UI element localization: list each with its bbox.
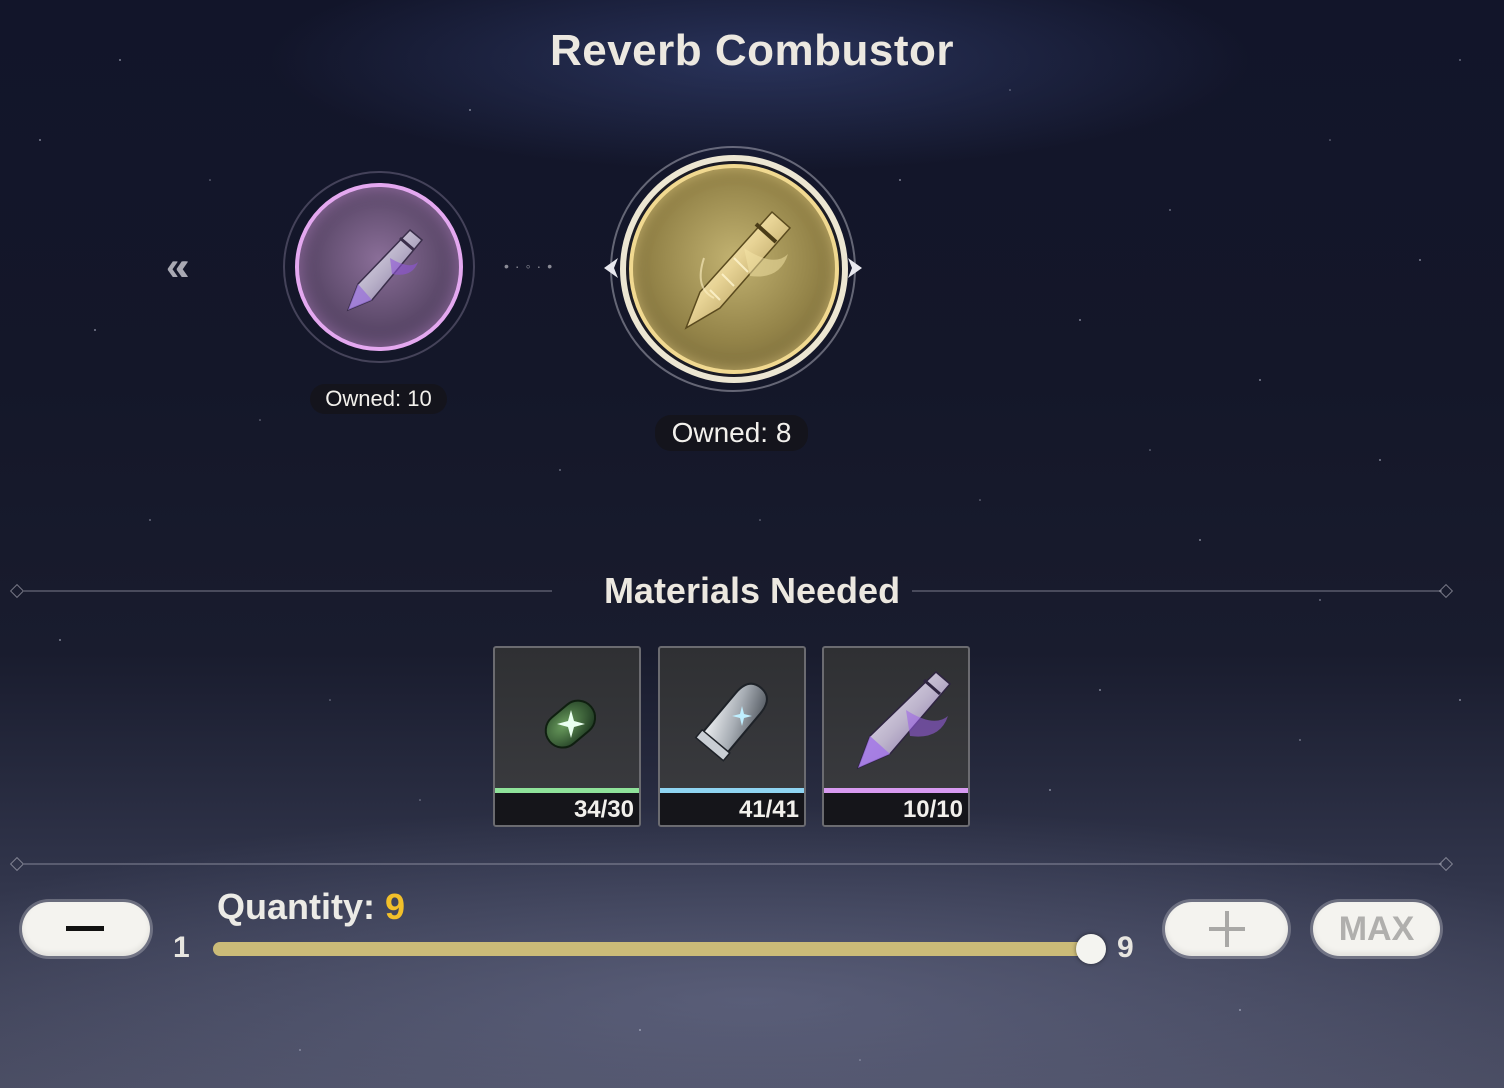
quantity-slider-track[interactable] xyxy=(213,942,1091,956)
purple-combustor-icon xyxy=(856,670,952,770)
decrease-quantity-button[interactable] xyxy=(22,902,150,956)
green-shell-icon xyxy=(544,699,597,749)
diamond-right-marker-icon xyxy=(848,258,862,278)
max-button-label: MAX xyxy=(1338,909,1415,948)
quantity-label: Quantity: 9 xyxy=(217,886,405,928)
material-count: 10/10 xyxy=(902,796,963,823)
quantity-value: 9 xyxy=(385,886,406,927)
slider-min-label: 1 xyxy=(173,931,190,964)
source-owned-badge: Owned: 10 xyxy=(310,384,447,414)
material-count: 34/30 xyxy=(573,796,634,823)
material-card[interactable]: 10/10 xyxy=(822,646,970,827)
quantity-label-text: Quantity: xyxy=(217,886,375,927)
divider-diamond-left-icon xyxy=(9,856,25,872)
quantity-slider-thumb[interactable] xyxy=(1076,934,1106,964)
divider-diamond-right-icon xyxy=(1438,856,1454,872)
divider-line-bottom xyxy=(24,863,1442,865)
material-card[interactable]: 34/30 xyxy=(493,646,641,827)
minus-icon xyxy=(66,926,104,931)
material-card[interactable]: 41/41 xyxy=(658,646,806,827)
quantity-slider-fill xyxy=(213,942,1091,956)
purple-combustor-icon xyxy=(346,228,424,312)
divider-line-right xyxy=(912,590,1442,592)
slider-max-label: 9 xyxy=(1117,931,1134,964)
increase-quantity-button[interactable] xyxy=(1165,902,1288,956)
gold-combustor-icon xyxy=(684,210,792,330)
diamond-left-marker-icon xyxy=(604,258,618,278)
material-count: 41/41 xyxy=(738,796,799,823)
silver-shell-icon xyxy=(694,682,768,762)
plus-icon xyxy=(1208,911,1245,947)
tier-progress-dots: •·◦·• xyxy=(504,258,559,274)
page-title: Reverb Combustor xyxy=(549,26,955,75)
target-owned-badge: Owned: 8 xyxy=(655,415,808,451)
max-quantity-button[interactable]: MAX xyxy=(1313,902,1440,956)
previous-tier-chevrons-icon[interactable]: «‹ xyxy=(166,247,236,287)
